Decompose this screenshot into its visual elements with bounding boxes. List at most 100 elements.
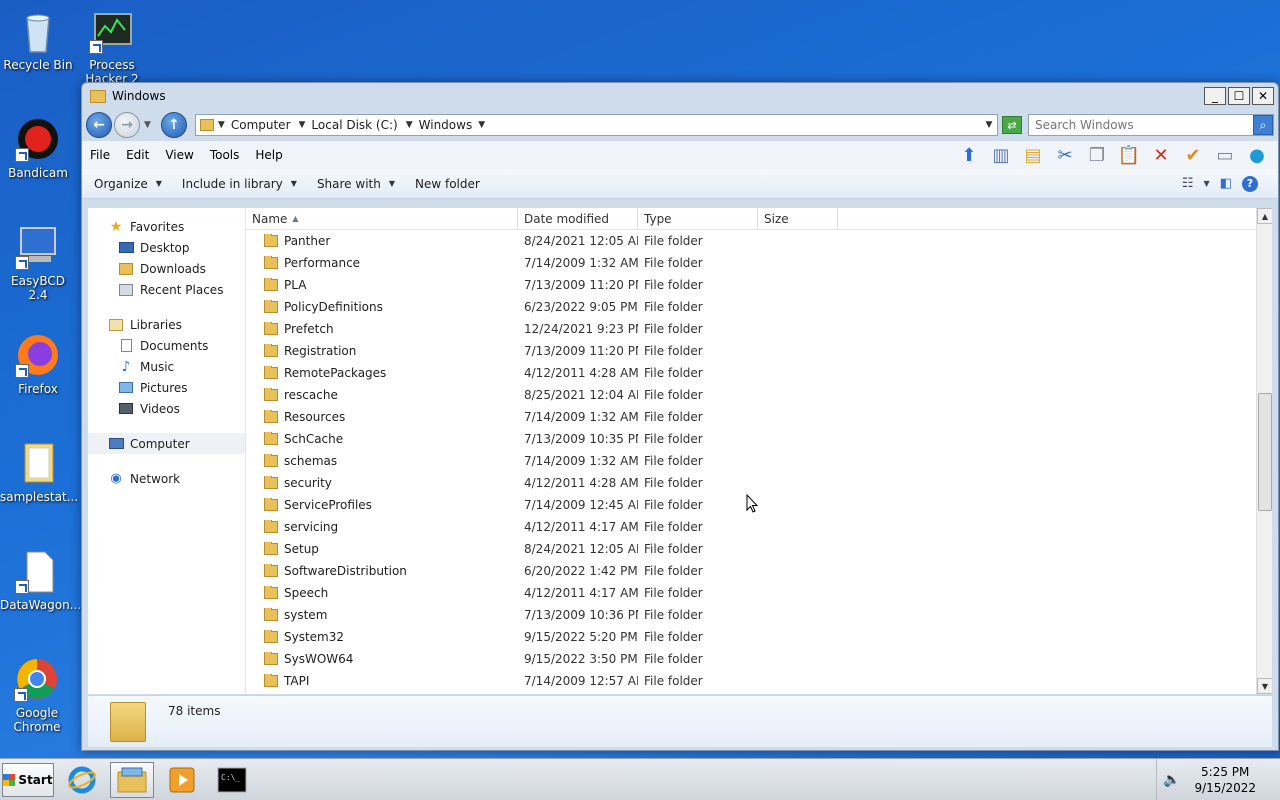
- recent-pages-dropdown[interactable]: ▼: [144, 120, 151, 130]
- refresh-button[interactable]: ⇄: [1002, 116, 1022, 134]
- desktop-icon-recycle-bin[interactable]: Recycle Bin: [0, 8, 76, 72]
- include-in-library-label: Include in library: [181, 176, 283, 191]
- folder-options-icon[interactable]: ▤: [1020, 142, 1046, 168]
- start-button[interactable]: Start: [2, 762, 54, 797]
- table-row[interactable]: TAPI 7/14/2009 12:57 AM File folder: [246, 670, 1256, 692]
- clock[interactable]: 5:25 PM 9/15/2022: [1194, 764, 1256, 796]
- nav-favorites[interactable]: ★ Favorites: [88, 216, 245, 237]
- desktop-icon-chrome[interactable]: Google Chrome: [0, 656, 74, 734]
- minimize-button[interactable]: _: [1204, 87, 1226, 105]
- chevron-down-icon[interactable]: ▼: [1204, 179, 1210, 188]
- column-header-date[interactable]: Date modified: [518, 208, 638, 229]
- forward-button[interactable]: →: [114, 112, 140, 138]
- nav-documents[interactable]: Documents: [88, 335, 245, 356]
- address-history-dropdown[interactable]: ▼: [981, 120, 997, 130]
- desktop-icon-datawagon[interactable]: DataWagon...: [0, 548, 81, 612]
- new-folder-button[interactable]: New folder: [415, 177, 480, 191]
- chevron-down-icon[interactable]: ▼: [218, 120, 225, 130]
- table-row[interactable]: schemas 7/14/2009 1:32 AM File folder: [246, 450, 1256, 472]
- scroll-down-button[interactable]: ▼: [1257, 678, 1272, 694]
- vertical-scrollbar[interactable]: ▲ ▼: [1256, 208, 1272, 694]
- desktop-icon-samplestat[interactable]: samplestat...: [0, 440, 79, 504]
- breadcrumb-local-disk[interactable]: ▼ Local Disk (C:): [299, 118, 398, 132]
- desktop-icon-firefox[interactable]: Firefox: [0, 332, 76, 396]
- address-bar[interactable]: ▼ Computer ▼ Local Disk (C:) ▼ Windows ▼ ▼: [194, 114, 998, 136]
- column-header-size[interactable]: Size: [758, 208, 838, 229]
- chevron-down-icon[interactable]: ▼: [406, 120, 413, 130]
- table-row[interactable]: system 7/13/2009 10:36 PM File folder: [246, 604, 1256, 626]
- table-row[interactable]: Setup 8/24/2021 12:05 AM File folder: [246, 538, 1256, 560]
- table-row[interactable]: SchCache 7/13/2009 10:35 PM File folder: [246, 428, 1256, 450]
- scroll-thumb[interactable]: [1258, 393, 1272, 511]
- menu-help[interactable]: Help: [255, 148, 282, 162]
- table-row[interactable]: SysWOW64 9/15/2022 3:50 PM File folder: [246, 648, 1256, 670]
- folders-pane-icon[interactable]: ▥: [988, 142, 1014, 168]
- menu-view[interactable]: View: [165, 148, 193, 162]
- table-row[interactable]: servicing 4/12/2011 4:17 AM File folder: [246, 516, 1256, 538]
- column-header-type[interactable]: Type: [638, 208, 758, 229]
- preview-pane-icon[interactable]: ◧: [1220, 176, 1232, 191]
- desktop-icon-process-hacker[interactable]: Process Hacker 2: [74, 8, 150, 82]
- up-folder-icon[interactable]: ⬆: [956, 142, 982, 168]
- cut-icon[interactable]: ✂: [1052, 142, 1078, 168]
- menu-edit[interactable]: Edit: [126, 148, 149, 162]
- nav-pictures[interactable]: Pictures: [88, 377, 245, 398]
- up-button[interactable]: ↑: [160, 112, 187, 138]
- menu-tools[interactable]: Tools: [210, 148, 240, 162]
- nav-music[interactable]: ♪ Music: [88, 356, 245, 377]
- desktop-icon-label: samplestat...: [0, 490, 79, 504]
- properties-icon[interactable]: ▭: [1212, 142, 1238, 168]
- table-row[interactable]: PLA 7/13/2009 11:20 PM File folder: [246, 274, 1256, 296]
- nav-videos[interactable]: Videos: [88, 398, 245, 419]
- table-row[interactable]: Prefetch 12/24/2021 9:23 PM File folder: [246, 318, 1256, 340]
- taskbar-windows-explorer[interactable]: [110, 761, 154, 798]
- search-input[interactable]: [1035, 118, 1253, 132]
- table-row[interactable]: Registration 7/13/2009 11:20 PM File folde…: [246, 340, 1256, 362]
- checkmark-icon[interactable]: ✔: [1180, 142, 1206, 168]
- table-row[interactable]: security 4/12/2011 4:28 AM File folder: [246, 472, 1256, 494]
- scroll-up-button[interactable]: ▲: [1257, 208, 1272, 224]
- taskbar-command-prompt[interactable]: C:\_: [210, 762, 254, 798]
- title-bar[interactable]: Windows _ ☐ ✕: [82, 83, 1278, 109]
- nav-computer[interactable]: Computer: [88, 433, 245, 454]
- table-row[interactable]: System32 9/15/2022 5:20 PM File folder: [246, 626, 1256, 648]
- share-with-button[interactable]: Share with ▼: [317, 177, 395, 191]
- table-row[interactable]: Resources 7/14/2009 1:32 AM File folder: [246, 406, 1256, 428]
- desktop-icon-bandicam[interactable]: Bandicam: [0, 116, 76, 180]
- nav-desktop[interactable]: Desktop: [88, 237, 245, 258]
- table-row[interactable]: Performance 7/14/2009 1:32 AM File folder: [246, 252, 1256, 274]
- column-header-name[interactable]: Name ▲: [246, 208, 518, 229]
- table-row[interactable]: RemotePackages 4/12/2011 4:28 AM File fold…: [246, 362, 1256, 384]
- menu-file[interactable]: File: [90, 148, 110, 162]
- nav-recent-places[interactable]: Recent Places: [88, 279, 245, 300]
- breadcrumb-windows[interactable]: ▼ Windows ▼: [406, 118, 485, 132]
- change-view-icon[interactable]: ☷: [1182, 176, 1194, 191]
- table-row[interactable]: PolicyDefinitions 6/23/2022 9:05 PM File f…: [246, 296, 1256, 318]
- chevron-down-icon[interactable]: ▼: [299, 120, 306, 130]
- copy-icon[interactable]: ❐: [1084, 142, 1110, 168]
- globe-icon[interactable]: ●: [1244, 142, 1270, 168]
- desktop-icon-easybcd[interactable]: EasyBCD 2.4: [0, 224, 76, 302]
- organize-button[interactable]: Organize ▼: [94, 177, 162, 191]
- table-row[interactable]: Panther 8/24/2021 12:05 AM File folder: [246, 230, 1256, 252]
- paste-icon[interactable]: 📋: [1116, 142, 1142, 168]
- table-row[interactable]: Speech 4/12/2011 4:17 AM File folder: [246, 582, 1256, 604]
- table-row[interactable]: SoftwareDistribution 6/20/2022 1:42 PM Fil…: [246, 560, 1256, 582]
- volume-icon[interactable]: 🔈: [1163, 772, 1180, 788]
- breadcrumb-computer[interactable]: ▼ Computer: [218, 118, 291, 132]
- back-button[interactable]: ←: [86, 112, 112, 138]
- maximize-button[interactable]: ☐: [1228, 87, 1250, 105]
- taskbar-media-player[interactable]: [160, 762, 204, 798]
- nav-downloads[interactable]: Downloads: [88, 258, 245, 279]
- nav-network[interactable]: ◉ Network: [88, 468, 245, 489]
- chevron-down-icon[interactable]: ▼: [478, 120, 485, 130]
- close-button[interactable]: ✕: [1252, 87, 1274, 105]
- help-icon[interactable]: ?: [1242, 175, 1258, 192]
- taskbar-internet-explorer[interactable]: [60, 762, 104, 798]
- table-row[interactable]: rescache 8/25/2021 12:04 AM File folder: [246, 384, 1256, 406]
- nav-libraries[interactable]: Libraries: [88, 314, 245, 335]
- search-icon[interactable]: ⌕: [1253, 115, 1273, 135]
- delete-icon[interactable]: ✕: [1148, 142, 1174, 168]
- include-in-library-button[interactable]: Include in library ▼: [182, 177, 297, 191]
- search-box[interactable]: ⌕: [1028, 114, 1274, 136]
